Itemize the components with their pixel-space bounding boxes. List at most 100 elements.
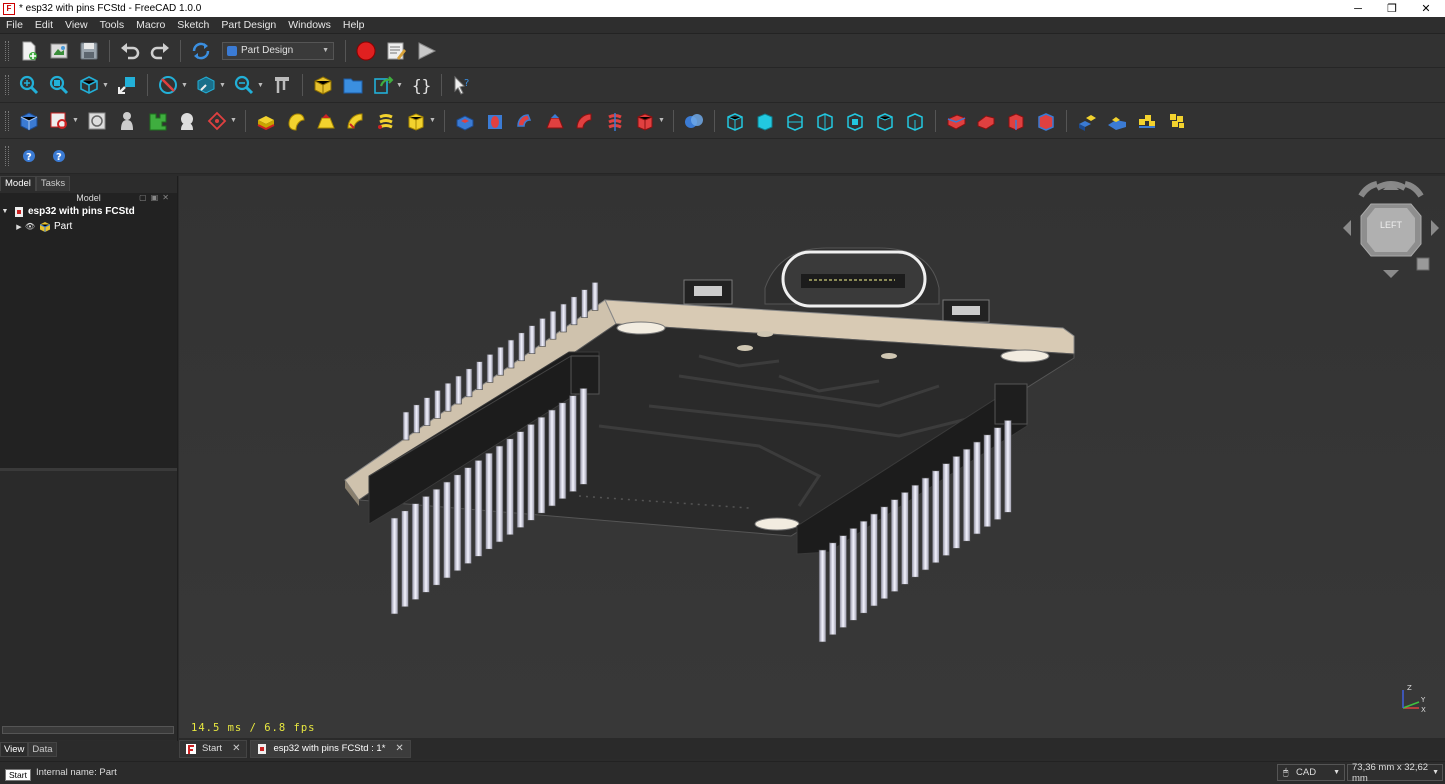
tab-model[interactable]: Model xyxy=(0,176,36,191)
menu-windows[interactable]: Windows xyxy=(282,19,337,31)
menu-sketch[interactable]: Sketch xyxy=(171,19,215,31)
shape-binder-button[interactable] xyxy=(144,108,170,134)
macro-edit-button[interactable] xyxy=(383,38,409,64)
chevron-down-icon[interactable]: ▼ xyxy=(219,82,227,89)
help-button[interactable]: ? xyxy=(16,143,42,169)
mirrored-button[interactable] xyxy=(722,108,748,134)
pattern-6-button[interactable] xyxy=(872,108,898,134)
linear-pattern-button[interactable] xyxy=(752,108,778,134)
expression-button[interactable]: {} xyxy=(408,72,434,98)
tab-data[interactable]: Data xyxy=(28,742,57,757)
pad-button[interactable] xyxy=(253,108,279,134)
navigation-style-selector[interactable]: 🖱 CAD ▼ xyxy=(1277,764,1345,781)
workbench-selector[interactable]: Part Design ▼ xyxy=(222,41,334,60)
undo-button[interactable] xyxy=(117,38,143,64)
navigation-cube[interactable]: LEFT xyxy=(1339,178,1443,282)
std-views-button[interactable] xyxy=(76,72,102,98)
create-group-button[interactable] xyxy=(340,72,366,98)
pattern-7-button[interactable] xyxy=(902,108,928,134)
refresh-button[interactable] xyxy=(188,38,214,64)
tree-item-part[interactable]: ▶ 👁 Part xyxy=(0,219,177,234)
boolean-button[interactable] xyxy=(681,108,707,134)
save-document-button[interactable] xyxy=(76,38,102,64)
subtractive-pipe-button[interactable] xyxy=(572,108,598,134)
draft-button[interactable] xyxy=(1003,108,1029,134)
multi-transform-button[interactable] xyxy=(812,108,838,134)
hole-button[interactable] xyxy=(482,108,508,134)
link-button[interactable] xyxy=(370,72,396,98)
clone-button[interactable] xyxy=(114,108,140,134)
fit-all-button[interactable] xyxy=(16,72,42,98)
toolbar-grip[interactable] xyxy=(5,110,9,131)
create-sketch-button[interactable] xyxy=(46,108,72,134)
scaled-button[interactable] xyxy=(842,108,868,134)
shaft-wizard-button[interactable] xyxy=(1164,108,1190,134)
revolution-button[interactable] xyxy=(283,108,309,134)
pocket-button[interactable] xyxy=(452,108,478,134)
maximize-button[interactable]: ❐ xyxy=(1375,0,1409,17)
datum-plane-button[interactable] xyxy=(204,108,230,134)
doc-tab-start[interactable]: Start ✕ xyxy=(179,739,248,758)
chevron-down-icon[interactable]: ▼ xyxy=(396,82,404,89)
additive-helix-button[interactable] xyxy=(373,108,399,134)
create-part-button[interactable] xyxy=(310,72,336,98)
measure-button[interactable] xyxy=(269,72,295,98)
toolbar-grip[interactable] xyxy=(5,146,9,166)
collapsed-arrow-icon[interactable]: ▶ xyxy=(14,223,24,231)
dimension-readout[interactable]: 73,36 mm x 32,62 mm ▼ xyxy=(1347,762,1443,784)
menu-file[interactable]: File xyxy=(0,19,29,31)
menu-edit[interactable]: Edit xyxy=(29,19,59,31)
chevron-down-icon[interactable]: ▼ xyxy=(102,82,110,89)
doc-tab-esp32[interactable]: esp32 with pins FCStd : 1* ✕ xyxy=(250,739,411,758)
subtractive-loft-button[interactable] xyxy=(542,108,568,134)
additive-primitive-button[interactable] xyxy=(403,108,429,134)
validate-sketch-button[interactable] xyxy=(84,108,110,134)
new-document-button[interactable] xyxy=(16,38,42,64)
toolbar-grip[interactable] xyxy=(5,40,9,61)
involute-gear-button[interactable] xyxy=(1134,108,1160,134)
fit-selection-button[interactable] xyxy=(46,72,72,98)
whats-this-help-button[interactable]: ? xyxy=(46,143,72,169)
fillet-button[interactable] xyxy=(943,108,969,134)
subtractive-helix-button[interactable] xyxy=(602,108,628,134)
menu-macro[interactable]: Macro xyxy=(130,19,171,31)
chevron-down-icon[interactable]: ▼ xyxy=(257,82,265,89)
dock-buttons[interactable]: ▢▣✕ xyxy=(139,193,173,202)
zoom-button[interactable] xyxy=(231,72,257,98)
subtractive-primitive-button[interactable] xyxy=(632,108,658,134)
groove-button[interactable] xyxy=(512,108,538,134)
chevron-down-icon[interactable]: ▼ xyxy=(230,117,238,124)
menu-view[interactable]: View xyxy=(59,19,94,31)
toolbar-grip[interactable] xyxy=(5,75,9,95)
close-button[interactable]: ✕ xyxy=(1409,0,1443,17)
horizontal-scrollbar[interactable] xyxy=(2,726,174,734)
chevron-down-icon[interactable]: ▼ xyxy=(181,82,189,89)
menu-tools[interactable]: Tools xyxy=(94,19,131,31)
additive-pipe-button[interactable] xyxy=(343,108,369,134)
sub-shape-binder-button[interactable] xyxy=(174,108,200,134)
tree-item-document[interactable]: ▼ esp32 with pins FCStd xyxy=(0,204,177,219)
bounding-box-button[interactable] xyxy=(193,72,219,98)
visibility-eye-icon[interactable]: 👁 xyxy=(24,222,36,231)
expanded-arrow-icon[interactable]: ▼ xyxy=(0,208,10,215)
additive-loft-button[interactable] xyxy=(313,108,339,134)
polar-pattern-button[interactable] xyxy=(782,108,808,134)
sprocket-button[interactable] xyxy=(1104,108,1130,134)
3d-viewport[interactable]: LEFT Z Y X 14.5 ms / 6.8 fps xyxy=(179,176,1445,738)
chevron-down-icon[interactable]: ▼ xyxy=(72,117,80,124)
migrate-button[interactable] xyxy=(1074,108,1100,134)
chevron-down-icon[interactable]: ▼ xyxy=(429,117,437,124)
chevron-down-icon[interactable]: ▼ xyxy=(658,117,666,124)
close-icon[interactable]: ✕ xyxy=(232,743,240,754)
menu-part-design[interactable]: Part Design xyxy=(215,19,282,31)
macro-record-button[interactable] xyxy=(353,38,379,64)
open-document-button[interactable] xyxy=(46,38,72,64)
close-icon[interactable]: ✕ xyxy=(395,743,403,754)
create-body-button[interactable] xyxy=(16,108,42,134)
macro-run-button[interactable] xyxy=(413,38,439,64)
thickness-button[interactable] xyxy=(1033,108,1059,134)
tab-tasks[interactable]: Tasks xyxy=(35,176,71,191)
whats-this-button[interactable]: ? xyxy=(449,72,475,98)
minimize-button[interactable]: ─ xyxy=(1341,0,1375,17)
selection-filter-button[interactable] xyxy=(114,72,140,98)
